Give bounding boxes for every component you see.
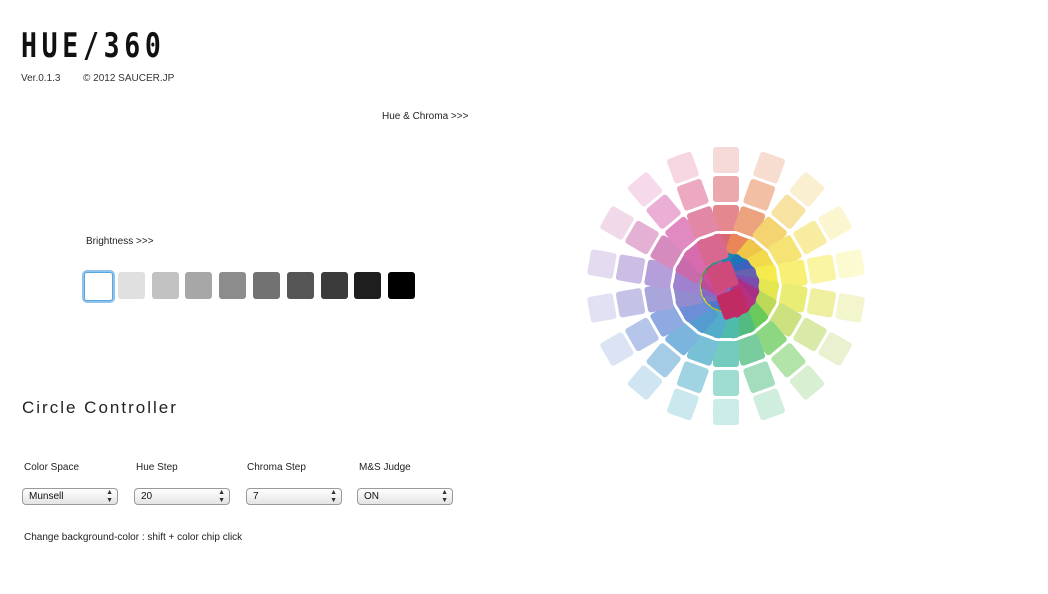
color-chip[interactable] bbox=[666, 151, 699, 184]
color-chip[interactable] bbox=[752, 151, 785, 184]
background-color-hint: Change background-color : shift + color … bbox=[24, 532, 243, 543]
color-chip[interactable] bbox=[713, 176, 739, 202]
color-chip[interactable] bbox=[615, 288, 646, 318]
select-arrows-icon: ▲ ▼ bbox=[441, 489, 448, 504]
color-chip[interactable] bbox=[835, 293, 865, 323]
chroma-step-label: Chroma Step bbox=[247, 462, 306, 473]
ms-judge-select[interactable]: ON ▲ ▼ bbox=[357, 488, 453, 505]
select-arrows-icon: ▲ ▼ bbox=[218, 489, 225, 504]
color-chip[interactable] bbox=[676, 361, 709, 394]
color-chip[interactable] bbox=[835, 249, 865, 279]
color-chip[interactable] bbox=[806, 288, 837, 318]
color-chip[interactable] bbox=[713, 399, 739, 425]
hue-step-label: Hue Step bbox=[136, 462, 178, 473]
select-arrows-icon: ▲ ▼ bbox=[330, 489, 337, 504]
color-chip[interactable] bbox=[587, 293, 617, 323]
color-chip[interactable] bbox=[743, 178, 776, 211]
chroma-step-value: 7 bbox=[253, 491, 259, 502]
color-chip[interactable] bbox=[713, 370, 739, 396]
color-space-value: Munsell bbox=[29, 491, 64, 502]
select-arrows-icon: ▲ ▼ bbox=[106, 489, 113, 504]
hue-step-value: 20 bbox=[141, 491, 153, 502]
color-chip[interactable] bbox=[666, 388, 699, 421]
color-chip[interactable] bbox=[752, 388, 785, 421]
hue-step-select[interactable]: 20 ▲ ▼ bbox=[134, 488, 230, 505]
color-chip[interactable] bbox=[587, 249, 617, 279]
circle-controller-title: Circle Controller bbox=[22, 398, 178, 417]
color-chip[interactable] bbox=[743, 361, 776, 394]
ms-judge-value: ON bbox=[364, 491, 379, 502]
color-space-select[interactable]: Munsell ▲ ▼ bbox=[22, 488, 118, 505]
ms-judge-label: M&S Judge bbox=[359, 462, 411, 473]
color-space-label: Color Space bbox=[24, 462, 80, 473]
color-chip[interactable] bbox=[615, 254, 646, 284]
color-chip[interactable] bbox=[676, 178, 709, 211]
chroma-step-select[interactable]: 7 ▲ ▼ bbox=[246, 488, 342, 505]
color-chip[interactable] bbox=[713, 147, 739, 173]
color-chip[interactable] bbox=[806, 254, 837, 284]
